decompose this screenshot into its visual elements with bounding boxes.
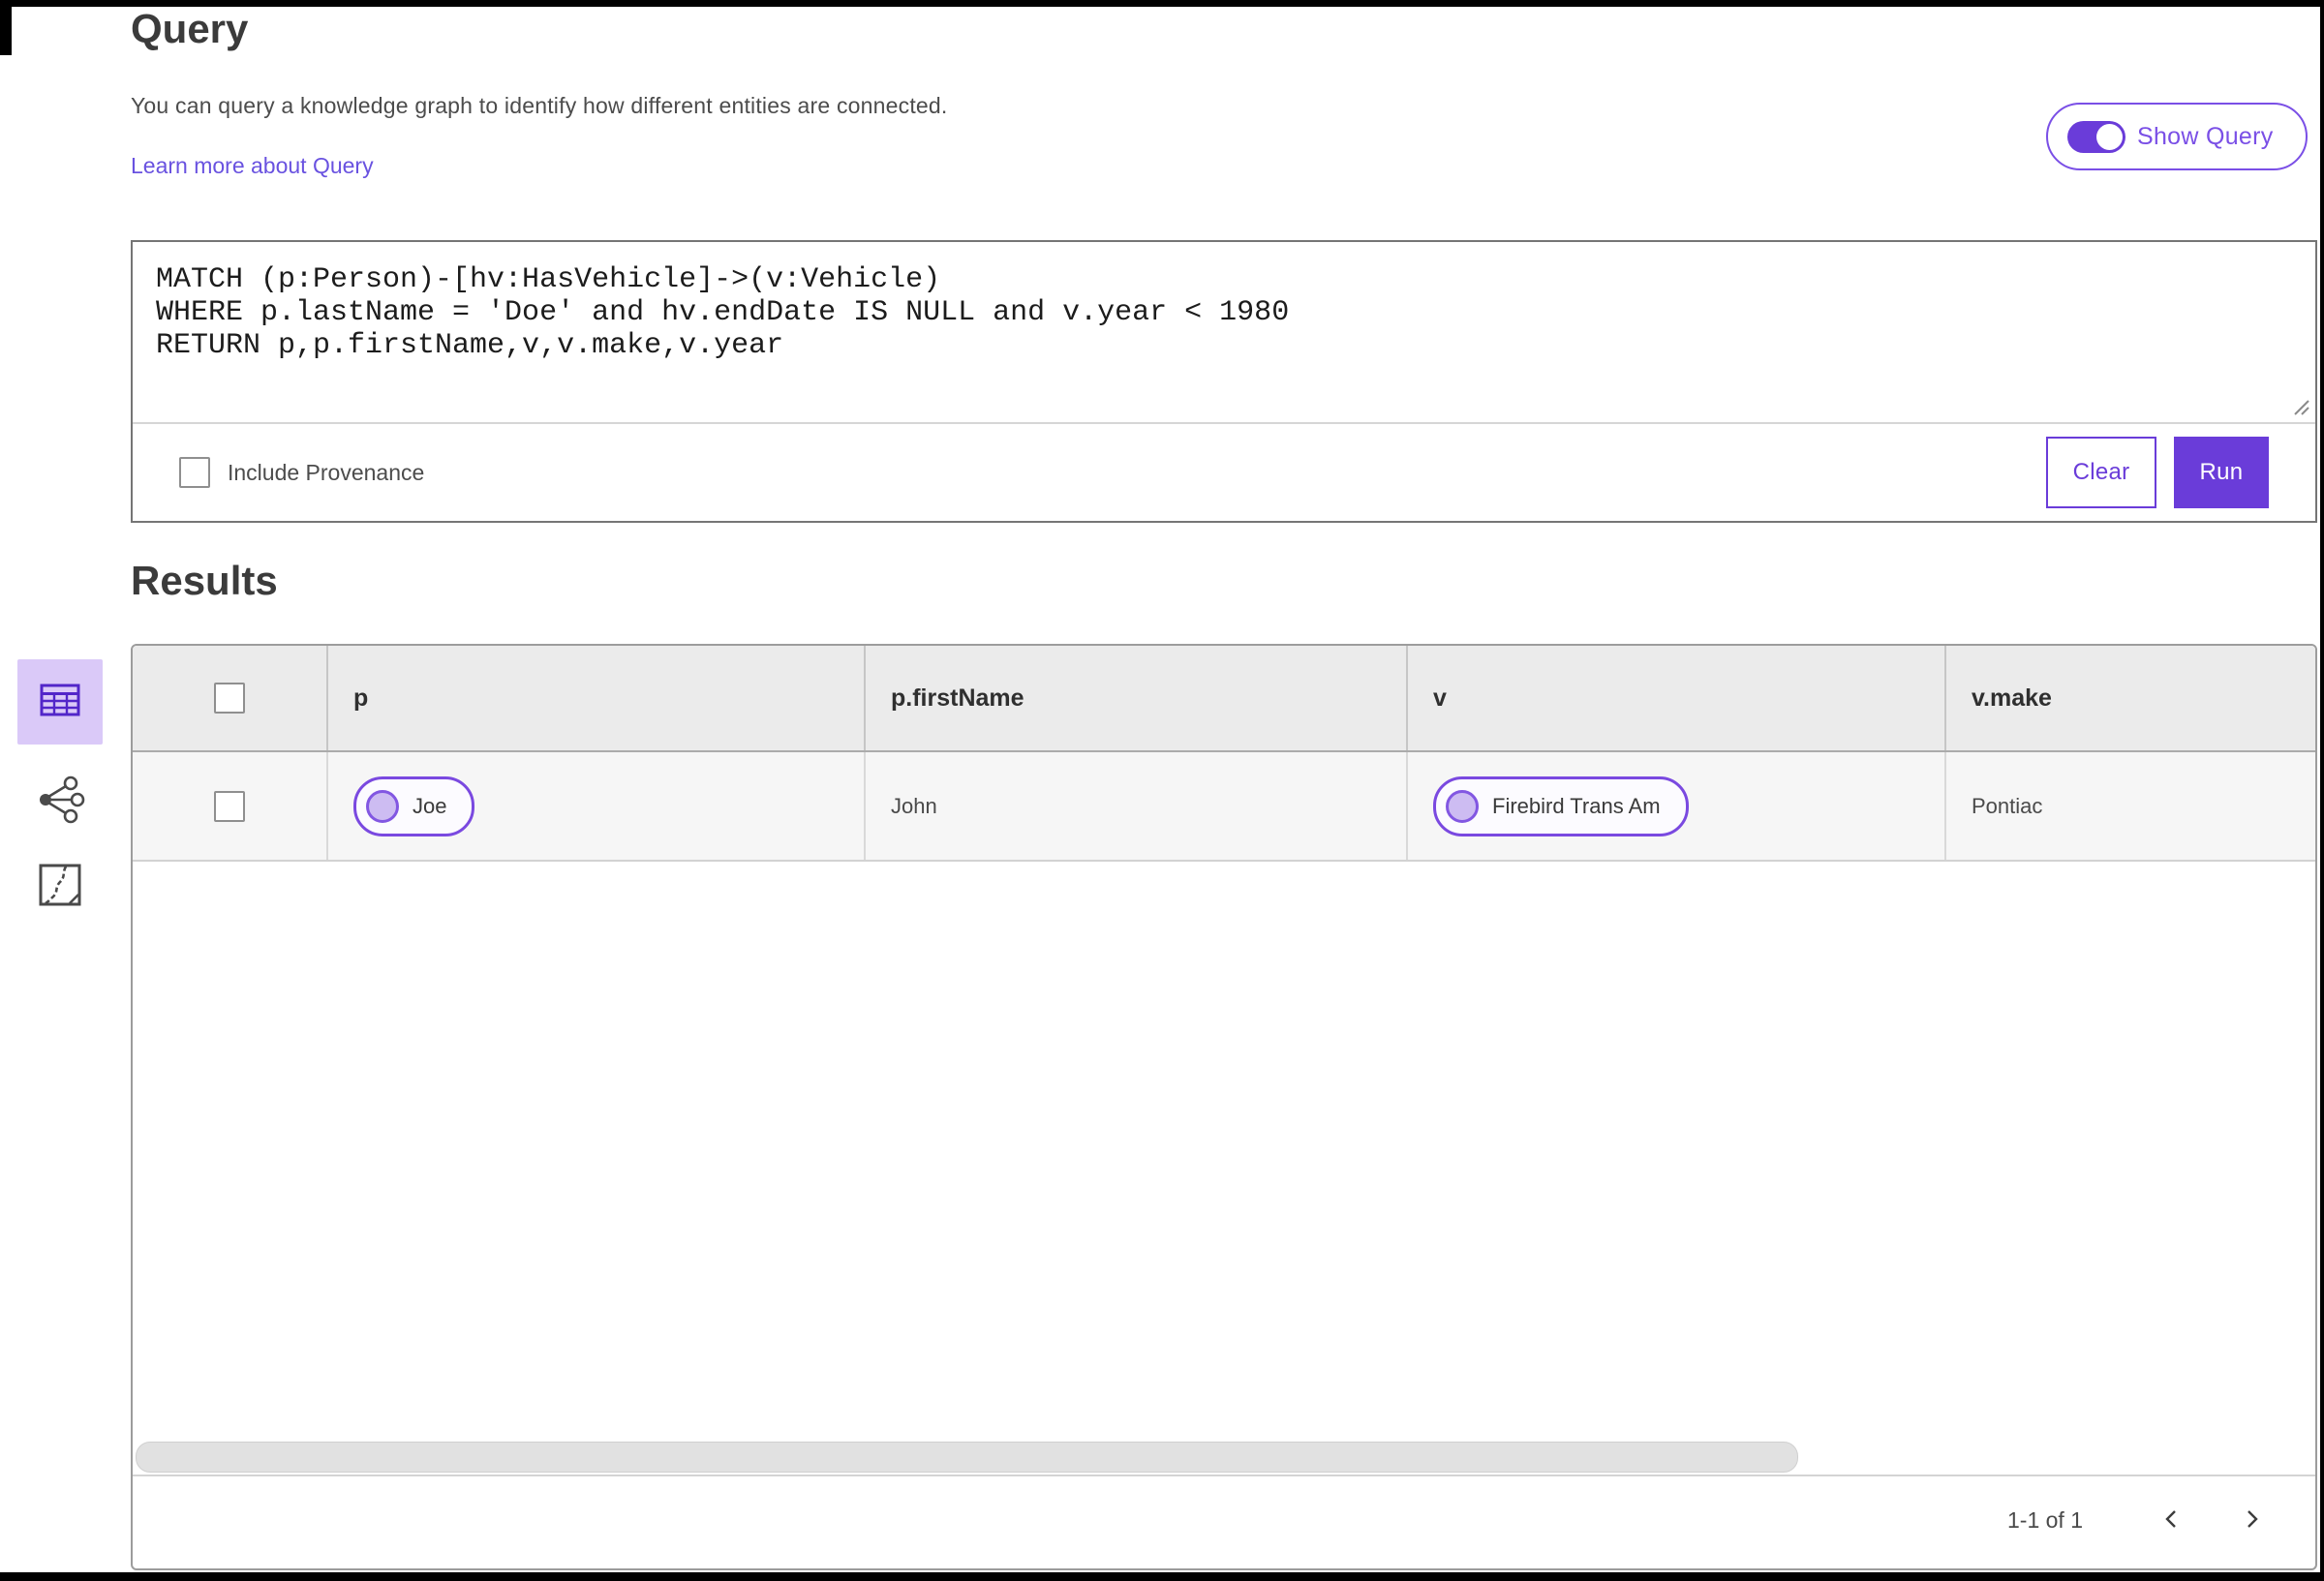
- page-description: You can query a knowledge graph to ident…: [131, 93, 948, 118]
- query-textarea[interactable]: MATCH (p:Person)-[hv:HasVehicle]->(v:Veh…: [133, 242, 2315, 424]
- chevron-right-icon: [2240, 1507, 2263, 1534]
- pagination-range-label: 1-1 of 1: [2007, 1507, 2083, 1533]
- show-query-toggle[interactable]: Show Query: [2046, 103, 2308, 170]
- resize-handle-icon[interactable]: [2293, 399, 2310, 421]
- entity-pill-person[interactable]: Joe: [353, 775, 475, 836]
- include-provenance-label[interactable]: Include Provenance: [228, 460, 424, 486]
- table-icon: [37, 677, 83, 728]
- entity-pill-label: Firebird Trans Am: [1492, 793, 1661, 818]
- show-query-label: Show Query: [2137, 122, 2274, 150]
- row-checkbox[interactable]: [214, 790, 245, 822]
- link-chart-view-button[interactable]: [29, 771, 91, 833]
- window-frame-bottom: [0, 1572, 2324, 1581]
- page-title: Query: [131, 6, 249, 51]
- table-row: Joe John Firebird Trans Am Pontiac: [133, 752, 2315, 862]
- results-table: p p.firstName v v.make Joe John Firebird…: [131, 644, 2317, 1570]
- toggle-switch-track[interactable]: [2067, 120, 2125, 153]
- cell-v-make: Pontiac: [1972, 793, 2043, 818]
- entity-pill-label: Joe: [413, 793, 447, 818]
- previous-page-button[interactable]: [2151, 1500, 2193, 1542]
- run-button[interactable]: Run: [2174, 437, 2269, 508]
- map-icon: [34, 859, 86, 916]
- query-editor-panel: MATCH (p:Person)-[hv:HasVehicle]->(v:Veh…: [131, 240, 2317, 523]
- chevron-left-icon: [2160, 1507, 2184, 1534]
- results-title: Results: [131, 558, 278, 603]
- pagination-bar: 1-1 of 1: [133, 1473, 2315, 1568]
- window-frame-top: [0, 0, 2324, 7]
- window-frame-notch: [0, 0, 12, 55]
- cell-p-firstname: John: [891, 793, 937, 818]
- select-all-checkbox[interactable]: [214, 683, 245, 714]
- map-view-button[interactable]: [31, 858, 89, 916]
- window-frame-right: [2320, 0, 2324, 1581]
- entity-dot-icon: [1446, 789, 1479, 823]
- column-header-v-make: v.make: [1972, 684, 2052, 712]
- entity-dot-icon: [366, 789, 399, 823]
- learn-more-link[interactable]: Learn more about Query: [131, 153, 374, 179]
- entity-pill-vehicle[interactable]: Firebird Trans Am: [1433, 775, 1689, 836]
- clear-button[interactable]: Clear: [2046, 437, 2156, 508]
- include-provenance-checkbox[interactable]: [179, 457, 210, 488]
- column-header-p-firstname: p.firstName: [891, 684, 1024, 712]
- link-chart-icon: [31, 771, 89, 834]
- table-view-button[interactable]: [17, 659, 103, 745]
- query-footer: Include Provenance Clear Run: [133, 422, 2315, 521]
- horizontal-scrollbar-thumb[interactable]: [136, 1442, 1798, 1473]
- table-header-row: p p.firstName v v.make: [133, 646, 2315, 752]
- column-header-v: v: [1433, 684, 1447, 712]
- toggle-switch-knob: [2096, 123, 2123, 150]
- column-header-p: p: [353, 684, 369, 712]
- next-page-button[interactable]: [2230, 1500, 2273, 1542]
